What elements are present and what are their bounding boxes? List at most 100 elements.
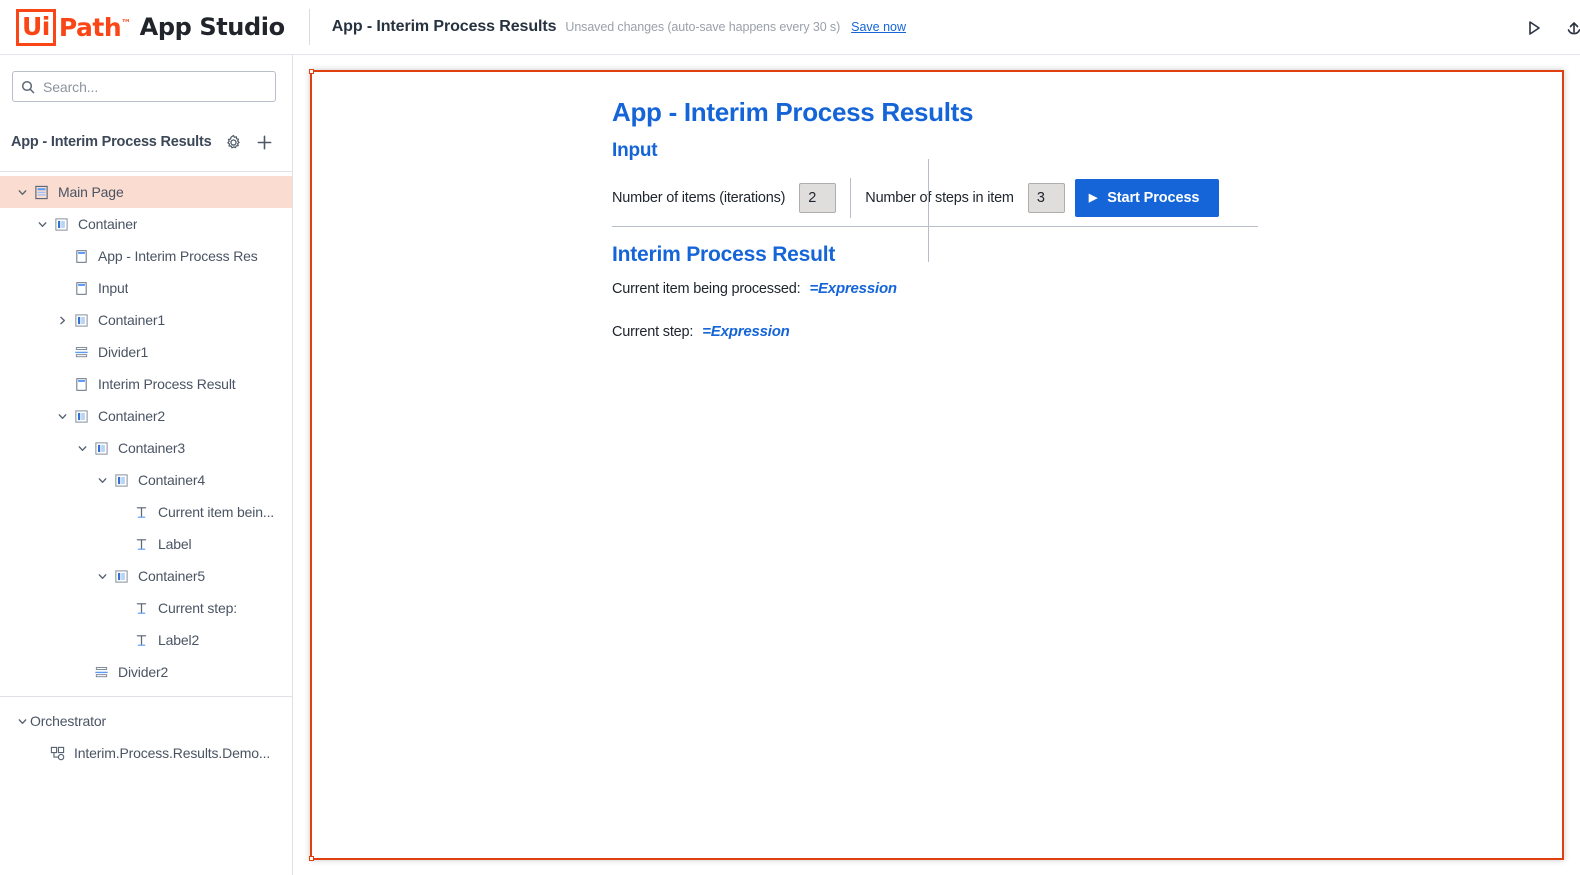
tree-item-label: Container4	[138, 472, 205, 488]
current-item-expression[interactable]: =Expression	[809, 280, 896, 297]
orchestrator-section: Orchestrator Interim.Process.Results.Dem…	[0, 697, 292, 769]
sidebar-item-process[interactable]: Interim.Process.Results.Demo...	[0, 737, 292, 769]
product-name: App Studio	[140, 13, 285, 41]
container-icon	[73, 408, 90, 425]
tree-item-label: Current step:	[158, 600, 237, 616]
container-icon	[73, 312, 90, 329]
chevron-down-icon[interactable]	[34, 216, 50, 232]
tree-item-label: Input	[98, 280, 128, 296]
label-icon	[73, 248, 90, 265]
tree-item-interim-process-result[interactable]: Interim Process Result	[0, 368, 292, 400]
publish-icon[interactable]	[1554, 8, 1580, 48]
app-title-heading[interactable]: App - Interim Process Results	[612, 97, 1262, 128]
sidebar-app-header: App - Interim Process Results	[0, 126, 292, 158]
tree-item-label: Container5	[138, 568, 205, 584]
result-vertical-divider	[928, 159, 929, 262]
text-icon	[133, 632, 150, 649]
divider-icon	[73, 344, 90, 361]
resize-handle-top-left[interactable]	[309, 69, 314, 74]
chevron-right-icon[interactable]	[54, 312, 70, 328]
steps-input[interactable]: 3	[1028, 183, 1065, 213]
current-item-label: Current item being processed:	[612, 281, 800, 297]
start-process-label: Start Process	[1107, 190, 1199, 206]
search-icon	[21, 80, 35, 94]
logo-ui-badge: Ui	[16, 9, 56, 46]
tree-item-label: Container2	[98, 408, 165, 424]
trademark-mark: ™	[121, 18, 131, 29]
tree-item-container[interactable]: Container	[0, 208, 292, 240]
document-title: App - Interim Process Results	[332, 18, 557, 36]
tree-item-label: Interim Process Result	[98, 376, 236, 392]
process-label: Interim.Process.Results.Demo...	[74, 745, 270, 761]
container-icon	[113, 472, 130, 489]
tree-item-container3[interactable]: Container3	[0, 432, 292, 464]
chevron-down-icon[interactable]	[74, 440, 90, 456]
tree-item-label: Label	[158, 536, 192, 552]
chevron-down-icon[interactable]	[94, 568, 110, 584]
sidebar: Search... App - Interim Process Results …	[0, 55, 293, 875]
uipath-logo[interactable]: Ui Path™ App Studio	[16, 10, 285, 44]
tree-item-container1[interactable]: Container1	[0, 304, 292, 336]
search-input[interactable]: Search...	[12, 71, 276, 102]
current-step-expression[interactable]: =Expression	[702, 323, 789, 340]
process-icon	[49, 745, 66, 762]
app-content: App - Interim Process Results Input Numb…	[612, 97, 1262, 340]
text-icon	[133, 536, 150, 553]
result-section-heading[interactable]: Interim Process Result	[612, 243, 1262, 267]
tree-item-app-interim-process-res[interactable]: App - Interim Process Res	[0, 240, 292, 272]
component-tree: Main Page Container App - Interim Process …	[0, 172, 292, 688]
input-row: Number of items (iterations) 2 Number of…	[612, 178, 1262, 218]
items-input[interactable]: 2	[799, 183, 836, 213]
save-status-text: Unsaved changes (auto-save happens every…	[565, 20, 840, 34]
tree-item-label: Current item bein...	[158, 504, 274, 520]
tree-item-label: Container	[78, 216, 137, 232]
chevron-down-icon[interactable]	[54, 408, 70, 424]
container-icon	[93, 440, 110, 457]
start-process-button[interactable]: ▶ Start Process	[1075, 179, 1220, 217]
chevron-down-icon	[14, 713, 30, 729]
current-step-label: Current step:	[612, 324, 693, 340]
container-icon	[113, 568, 130, 585]
tree-item-main-page[interactable]: Main Page	[0, 176, 292, 208]
top-bar: Ui Path™ App Studio App - Interim Proces…	[0, 0, 1580, 55]
section-divider	[612, 226, 1258, 227]
tree-item-container5[interactable]: Container5	[0, 560, 292, 592]
tree-item-label: Label2	[158, 632, 199, 648]
save-now-link[interactable]: Save now	[851, 20, 906, 34]
tree-item-label: Divider1	[98, 344, 148, 360]
gear-icon[interactable]	[225, 134, 242, 151]
tree-item-current-step[interactable]: Current step:	[0, 592, 292, 624]
input-vertical-divider	[850, 178, 851, 218]
current-step-row: Current step: =Expression	[612, 323, 1262, 340]
tree-item-label: Container1	[98, 312, 165, 328]
tree-item-current-item-bein[interactable]: Current item bein...	[0, 496, 292, 528]
sidebar-app-title: App - Interim Process Results	[11, 134, 211, 150]
text-icon	[133, 600, 150, 617]
app-canvas-selected[interactable]: App - Interim Process Results Input Numb…	[310, 70, 1564, 860]
logo-path-text: Path™	[59, 13, 131, 42]
plus-icon[interactable]	[256, 134, 273, 151]
divider-icon	[93, 664, 110, 681]
sidebar-item-orchestrator[interactable]: Orchestrator	[0, 705, 292, 737]
tree-item-container2[interactable]: Container2	[0, 400, 292, 432]
tree-item-label[interactable]: Label	[0, 528, 292, 560]
tree-item-label: App - Interim Process Res	[98, 248, 258, 264]
preview-play-icon[interactable]	[1514, 8, 1554, 48]
resize-handle-bottom-left[interactable]	[309, 856, 314, 861]
topbar-separator	[309, 9, 310, 45]
tree-item-label: Main Page	[58, 184, 124, 200]
input-section-heading[interactable]: Input	[612, 140, 1262, 162]
page-icon	[33, 184, 50, 201]
chevron-down-icon[interactable]	[14, 184, 30, 200]
play-icon: ▶	[1089, 193, 1097, 204]
tree-item-divider1[interactable]: Divider1	[0, 336, 292, 368]
tree-item-label2[interactable]: Label2	[0, 624, 292, 656]
tree-item-label: Divider2	[118, 664, 168, 680]
items-label: Number of items (iterations)	[612, 190, 785, 206]
tree-item-input[interactable]: Input	[0, 272, 292, 304]
tree-item-container4[interactable]: Container4	[0, 464, 292, 496]
tree-item-divider2[interactable]: Divider2	[0, 656, 292, 688]
chevron-down-icon[interactable]	[94, 472, 110, 488]
topbar-actions	[1514, 0, 1580, 55]
label-icon	[73, 280, 90, 297]
